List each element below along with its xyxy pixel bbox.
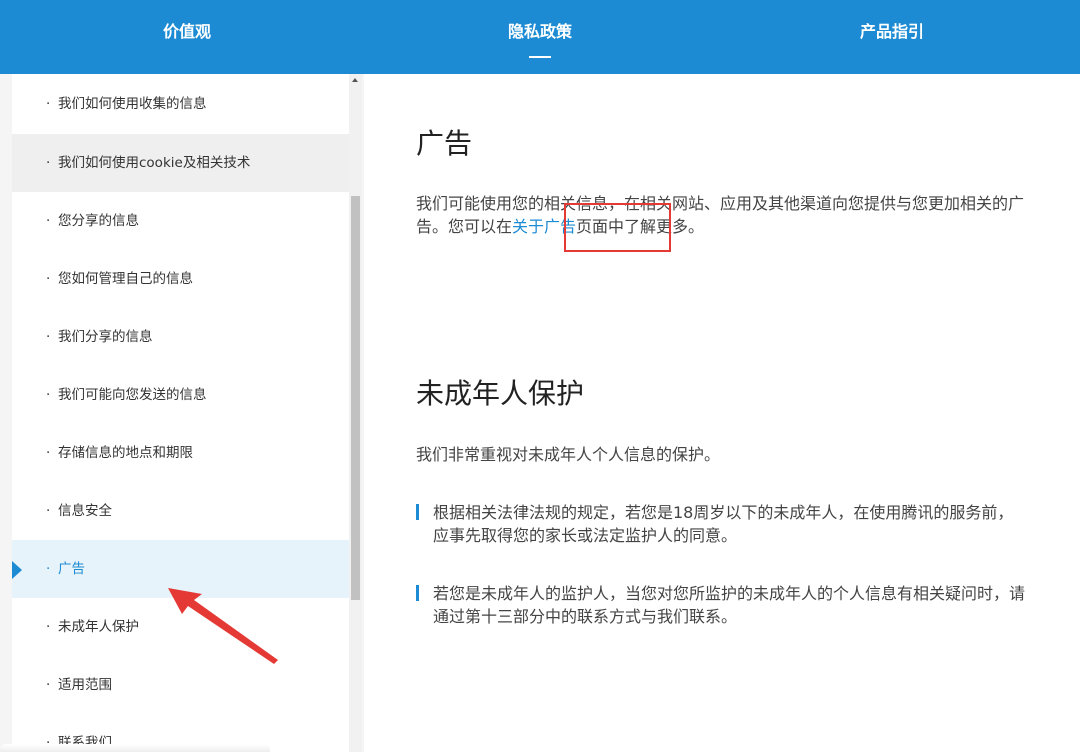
bullet-bar — [416, 504, 419, 520]
sidebar-item-cookies[interactable]: · 我们如何使用cookie及相关技术 — [12, 134, 349, 192]
bullet-dot: · — [46, 213, 51, 229]
nav-item-label: 价值观 — [162, 22, 211, 41]
bullet-dot: · — [46, 619, 51, 635]
bullet-dot: · — [46, 561, 51, 577]
active-nav-underline — [529, 56, 551, 58]
section-title-minors: 未成年人保护 — [416, 377, 585, 410]
scrollbar-thumb[interactable] — [351, 196, 360, 600]
bullet-bar — [416, 585, 419, 601]
bullet-dot: · — [46, 677, 51, 693]
sidebar-item-label: 我们分享的信息 — [58, 329, 153, 345]
nav-item-product-guide[interactable]: 产品指引 — [772, 0, 1012, 74]
sidebar-item-info-we-share[interactable]: · 我们分享的信息 — [12, 308, 349, 366]
sidebar-item-label: 我们如何使用收集的信息 — [58, 96, 207, 112]
nav-item-label: 产品指引 — [859, 22, 924, 41]
bullet-dot: · — [46, 329, 51, 345]
top-navigation-bar: 价值观 隐私政策 产品指引 — [0, 0, 1080, 74]
red-arrow-icon — [168, 588, 278, 664]
sidebar-item-security[interactable]: · 信息安全 — [12, 482, 349, 540]
ads-paragraph: 我们可能使用您的相关信息，在相关网站、应用及其他渠道向您提供与您更加相关的广告。… — [416, 192, 1026, 238]
sidebar-item-info-you-share[interactable]: · 您分享的信息 — [12, 192, 349, 250]
minors-bullet: 若您是未成年人的监护人，当您对您所监护的未成年人的个人信息有相关疑问时，请通过第… — [416, 582, 1026, 628]
active-item-triangle-icon — [12, 561, 22, 579]
bullet-dot: · — [46, 387, 51, 403]
sidebar-item-label: 您如何管理自己的信息 — [58, 271, 193, 287]
sidebar-scrollbar[interactable] — [349, 74, 362, 752]
main-content: 广告 我们可能使用您的相关信息，在相关网站、应用及其他渠道向您提供与您更加相关的… — [364, 74, 1080, 752]
sidebar-item-label: 存储信息的地点和期限 — [58, 445, 193, 461]
highlight-box — [564, 203, 671, 252]
sidebar-item-label: 未成年人保护 — [58, 619, 139, 635]
bullet-dot: · — [46, 96, 51, 112]
minors-intro: 我们非常重视对未成年人个人信息的保护。 — [416, 445, 721, 464]
sidebar-item-label: 适用范围 — [58, 677, 112, 693]
bullet-dot: · — [46, 155, 51, 171]
sidebar-item-label: 您分享的信息 — [58, 213, 139, 229]
bullet-dot: · — [46, 503, 51, 519]
sidebar-item-label: 我们如何使用cookie及相关技术 — [58, 155, 251, 171]
bullet-dot: · — [46, 445, 51, 461]
sidebar-item-label: 广告 — [58, 561, 85, 577]
sidebar-item-label: 信息安全 — [58, 503, 112, 519]
bullet-text: 若您是未成年人的监护人，当您对您所监护的未成年人的个人信息有相关疑问时，请通过第… — [433, 584, 1026, 626]
bottom-edge — [0, 744, 270, 752]
nav-item-privacy-policy[interactable]: 隐私政策 — [420, 0, 660, 74]
sidebar-item-manage-info[interactable]: · 您如何管理自己的信息 — [12, 250, 349, 308]
bullet-dot: · — [46, 271, 51, 287]
nav-item-label: 隐私政策 — [507, 22, 572, 41]
minors-bullet: 根据相关法律法规的规定，若您是18周岁以下的未成年人，在使用腾讯的服务前，应事先… — [416, 501, 1026, 547]
scroll-up-arrow-icon[interactable] — [352, 78, 358, 82]
sidebar-item-how-we-use-info[interactable]: · 我们如何使用收集的信息 — [12, 74, 349, 134]
section-title-ads: 广告 — [416, 127, 473, 160]
sidebar-item-label: 我们可能向您发送的信息 — [58, 387, 207, 403]
nav-item-values[interactable]: 价值观 — [67, 0, 307, 74]
sidebar-item-storage[interactable]: · 存储信息的地点和期限 — [12, 424, 349, 482]
bullet-text: 根据相关法律法规的规定，若您是18周岁以下的未成年人，在使用腾讯的服务前，应事先… — [433, 503, 1014, 545]
ads-text: 我们可能使用您的相关信息，在相关网站、应用及其他渠道向您提供与您更加相关的广告。… — [416, 194, 1025, 236]
sidebar-item-info-we-send[interactable]: · 我们可能向您发送的信息 — [12, 366, 349, 424]
